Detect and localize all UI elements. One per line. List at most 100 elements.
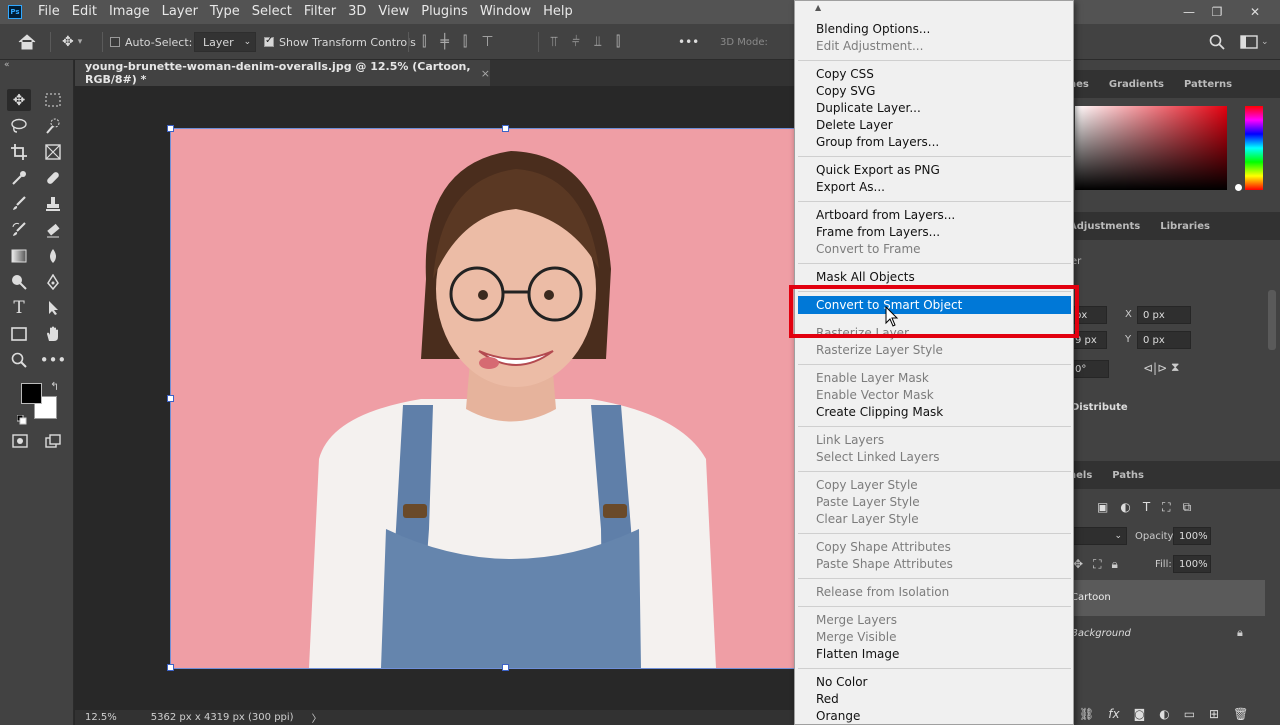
eyedropper-tool-icon[interactable] (7, 167, 31, 189)
quick-selection-tool-icon[interactable] (41, 115, 65, 137)
workspace-icon[interactable]: ⌄ (1240, 24, 1269, 60)
transform-handle-top-middle[interactable] (502, 125, 509, 132)
lasso-tool-icon[interactable] (7, 115, 31, 137)
history-brush-tool-icon[interactable] (7, 219, 31, 241)
color-picker-marker[interactable] (1235, 184, 1242, 191)
layer-row-cartoon[interactable]: Cartoon (1065, 580, 1265, 616)
menu-view[interactable]: View (372, 0, 415, 24)
quick-mask-icon[interactable] (8, 430, 32, 452)
blend-mode-dropdown[interactable]: ⌄ (1069, 527, 1127, 545)
auto-select-checkbox[interactable]: Auto-Select: (110, 24, 192, 60)
menu-type[interactable]: Type (204, 0, 246, 24)
lock-artboard-icon[interactable]: ⛶ (1093, 557, 1101, 572)
frame-tool-icon[interactable] (41, 141, 65, 163)
menu-filter[interactable]: Filter (298, 0, 342, 24)
gradient-tool-icon[interactable] (7, 245, 31, 267)
transform-handle-middle-left[interactable] (167, 395, 174, 402)
home-icon[interactable] (18, 24, 36, 60)
close-window-icon[interactable]: ✕ (1238, 0, 1272, 24)
tab-adjustments[interactable]: Adjustments (1065, 221, 1150, 232)
image-filter-icon[interactable]: ▣ (1097, 500, 1108, 515)
screen-mode-icon[interactable] (41, 430, 65, 452)
align-right-icon[interactable]: ⫿ (463, 34, 467, 50)
marquee-tool-icon[interactable] (41, 89, 65, 111)
menu-plugins[interactable]: Plugins (415, 0, 474, 24)
align-vertical-middle-icon[interactable]: ⫩ (572, 34, 580, 50)
status-menu-arrow-icon[interactable]: 〉 (312, 710, 322, 725)
move-tool-icon[interactable]: ✥ (7, 89, 31, 111)
shape-filter-icon[interactable]: ⛶ (1162, 500, 1170, 515)
flip-horizontal-icon[interactable]: ⊲|⊳ (1143, 361, 1167, 375)
brush-tool-icon[interactable] (7, 193, 31, 215)
flip-vertical-icon[interactable]: ⧗ (1171, 360, 1179, 375)
restore-icon[interactable]: ❐ (1200, 0, 1234, 24)
show-transform-controls-checkbox[interactable]: Show Transform Controls (264, 24, 416, 60)
menu-item-flatten-image[interactable]: Flatten Image (816, 646, 899, 663)
search-icon[interactable] (1209, 24, 1225, 60)
align-left-icon[interactable]: ⫿ (422, 34, 426, 50)
menu-item-artboard-from-layers[interactable]: Artboard from Layers... (816, 207, 955, 224)
zoom-level[interactable]: 12.5% (85, 712, 117, 723)
tab-patterns[interactable]: Patterns (1174, 79, 1242, 90)
add-mask-icon[interactable]: ◙ (1134, 707, 1146, 721)
menu-file[interactable]: File (32, 0, 66, 24)
dodge-tool-icon[interactable] (7, 271, 31, 293)
hand-tool-icon[interactable] (41, 323, 65, 345)
menu-item-orange[interactable]: Orange (816, 708, 860, 724)
menu-select[interactable]: Select (246, 0, 298, 24)
blur-tool-icon[interactable] (41, 245, 65, 267)
fill-field[interactable]: 100% (1173, 555, 1211, 573)
menu-item-no-color[interactable]: No Color (816, 674, 867, 691)
default-colors-icon[interactable] (16, 410, 27, 429)
rectangle-tool-icon[interactable] (7, 323, 31, 345)
document-canvas[interactable] (170, 128, 841, 669)
menu-item-red[interactable]: Red (816, 691, 839, 708)
healing-brush-tool-icon[interactable] (41, 167, 65, 189)
eraser-tool-icon[interactable] (41, 219, 65, 241)
clone-stamp-tool-icon[interactable] (41, 193, 65, 215)
fx-icon[interactable]: fx (1108, 707, 1119, 721)
foreground-color-swatch[interactable] (21, 383, 42, 404)
menu-item-export-as[interactable]: Export As... (816, 179, 885, 196)
align-vertical-top-icon[interactable]: ⫪ (550, 34, 558, 50)
type-filter-icon[interactable]: T (1143, 500, 1150, 515)
scroll-up-icon[interactable]: ▲ (815, 3, 821, 12)
new-adjustment-icon[interactable]: ◐ (1159, 707, 1169, 721)
new-group-icon[interactable]: ▭ (1184, 707, 1195, 721)
hue-slider[interactable] (1245, 106, 1263, 190)
link-layers-icon[interactable]: ⛓ (1079, 707, 1094, 721)
smart-object-filter-icon[interactable]: ⧉ (1183, 500, 1192, 515)
crop-tool-icon[interactable] (7, 141, 31, 163)
tab-libraries[interactable]: Libraries (1150, 221, 1220, 232)
delete-layer-icon[interactable]: 🗑︎ (1233, 707, 1248, 721)
more-tools-icon[interactable]: ••• (40, 349, 67, 371)
color-field[interactable] (1075, 106, 1227, 190)
menu-item-copy-css[interactable]: Copy CSS (816, 66, 874, 83)
menu-help[interactable]: Help (537, 0, 579, 24)
menu-item-blending-options[interactable]: Blending Options... (816, 21, 930, 38)
menu-item-duplicate-layer[interactable]: Duplicate Layer... (816, 100, 921, 117)
path-selection-tool-icon[interactable] (41, 297, 65, 319)
adjustment-filter-icon[interactable]: ◐ (1120, 500, 1130, 515)
move-tool-preset-icon[interactable]: ✥ ▾ (62, 24, 82, 60)
distribute-icon[interactable]: ⫿ (616, 34, 620, 50)
more-options-button[interactable]: ••• (678, 24, 699, 60)
menu-item-delete-layer[interactable]: Delete Layer (816, 117, 893, 134)
type-tool-icon[interactable]: T (7, 297, 31, 319)
zoom-tool-icon[interactable] (7, 349, 31, 371)
transform-handle-bottom-middle[interactable] (502, 664, 509, 671)
pen-tool-icon[interactable] (41, 271, 65, 293)
menu-item-create-clipping-mask[interactable]: Create Clipping Mask (816, 404, 943, 421)
opacity-field[interactable]: 100% (1173, 527, 1211, 545)
align-center-icon[interactable]: ╪ (440, 34, 448, 50)
y-field[interactable]: 0 px (1137, 331, 1191, 349)
menu-3d[interactable]: 3D (342, 0, 372, 24)
tab-paths[interactable]: Paths (1102, 470, 1154, 481)
menu-item-mask-all-objects[interactable]: Mask All Objects (816, 269, 915, 286)
layer-row-background[interactable]: Background 🔒︎ (1065, 616, 1265, 652)
menu-item-group-from-layers[interactable]: Group from Layers... (816, 134, 939, 151)
auto-select-dropdown[interactable]: Layer ⌄ (194, 24, 257, 60)
menu-item-frame-from-layers[interactable]: Frame from Layers... (816, 224, 940, 241)
menu-item-quick-export-png[interactable]: Quick Export as PNG (816, 162, 940, 179)
menu-image[interactable]: Image (103, 0, 156, 24)
